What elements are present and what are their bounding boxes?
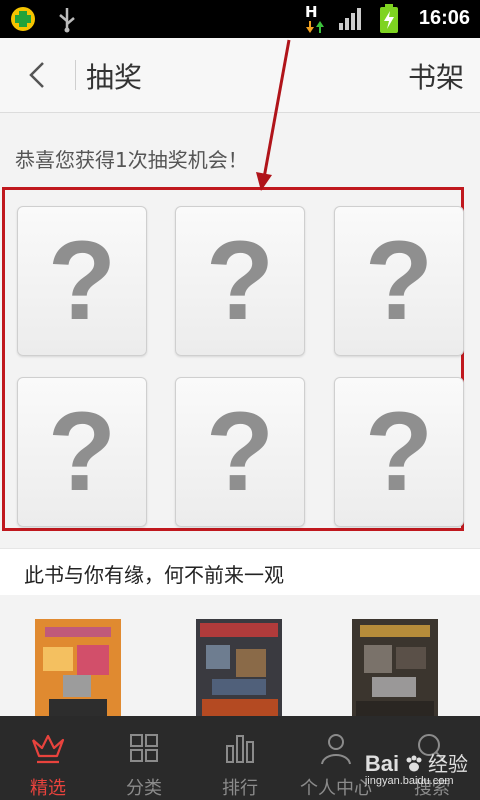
tab-label: 排行 (222, 778, 258, 799)
network-type-label: H (305, 3, 318, 21)
battery-charging-icon (380, 4, 398, 33)
grid-icon (130, 734, 158, 762)
bar-chart-icon (226, 735, 254, 763)
recommend-bar: 此书与你有缘，何不前来一观 (0, 548, 480, 596)
question-mark-icon: ? (205, 389, 275, 514)
bookshelf-link[interactable]: 书架 (408, 56, 464, 96)
tab-label: 分类 (126, 778, 162, 799)
back-button[interactable] (18, 56, 56, 94)
book-cover-3[interactable] (352, 619, 438, 716)
lottery-card-4[interactable]: ? (17, 377, 147, 527)
lottery-card-1[interactable]: ? (17, 206, 147, 356)
lottery-card-3[interactable]: ? (334, 206, 464, 356)
tab-featured[interactable]: 精选 (0, 716, 96, 800)
annotation-arrow (256, 39, 291, 191)
lottery-card-2[interactable]: ? (175, 206, 305, 356)
network-h-icon: H (304, 3, 328, 35)
lottery-card-5[interactable]: ? (175, 377, 305, 527)
question-mark-icon: ? (364, 218, 434, 343)
crown-icon (31, 734, 65, 764)
status-clock: 16:06 (418, 7, 470, 29)
back-arrow-icon (29, 62, 44, 88)
baidu-watermark: Bai 经验 jingyan.baidu.com (365, 748, 468, 787)
tab-label: 个人中心 (300, 778, 372, 799)
question-mark-icon: ? (364, 389, 434, 514)
usb-icon (59, 8, 75, 33)
app-360-icon (11, 7, 35, 31)
question-mark-icon: ? (205, 218, 275, 343)
lottery-card-grid: ? ? ? ? ? ? (2, 187, 464, 531)
paw-icon (406, 755, 422, 772)
watermark-brand: Bai (364, 751, 400, 776)
watermark-brand-2: 经验 (428, 754, 468, 776)
book-cover-2[interactable] (196, 619, 282, 716)
header-divider (75, 60, 76, 90)
question-mark-icon: ? (47, 218, 117, 343)
tab-category[interactable]: 分类 (96, 716, 192, 800)
question-mark-icon: ? (47, 389, 117, 514)
status-bar: H 16:06 (0, 0, 480, 38)
person-icon (321, 734, 351, 765)
tab-ranking[interactable]: 排行 (192, 716, 288, 800)
lottery-card-6[interactable]: ? (334, 377, 464, 527)
watermark-url: jingyan.baidu.com (364, 775, 454, 787)
book-cover-1[interactable] (35, 619, 121, 716)
tab-label: 精选 (30, 778, 66, 799)
page-title: 抽奖 (86, 61, 143, 94)
data-arrows-icon (306, 21, 324, 33)
recommend-heading: 此书与你有缘，何不前来一观 (24, 563, 284, 587)
top-nav-bar: 抽奖 书架 (0, 38, 480, 113)
lottery-congrats-text: 恭喜您获得1次抽奖机会！ (15, 148, 248, 172)
recommended-books (0, 595, 480, 716)
signal-icon (339, 8, 361, 30)
